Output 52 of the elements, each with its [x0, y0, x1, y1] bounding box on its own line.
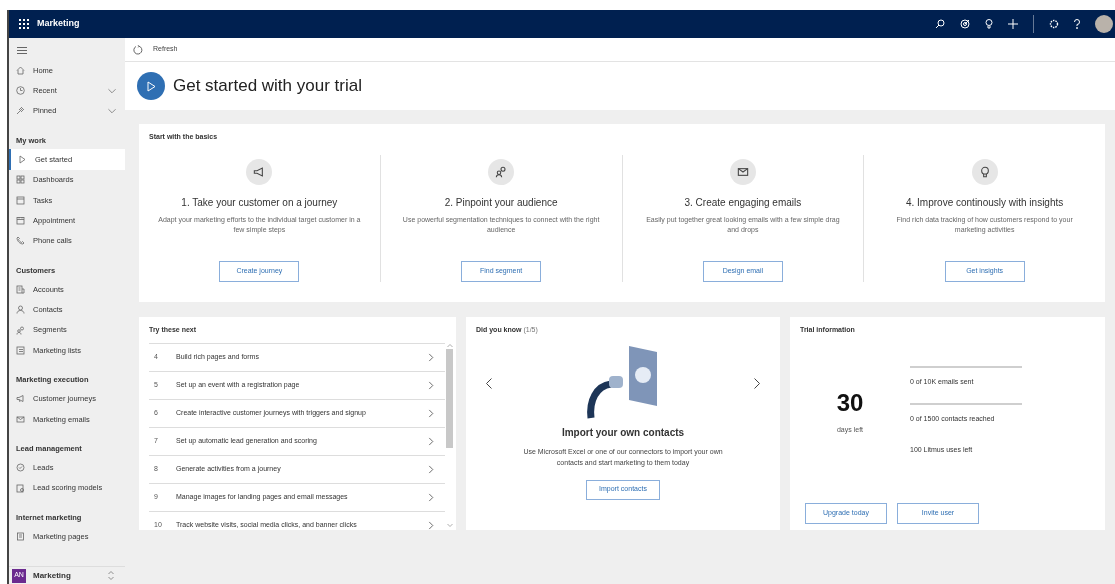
scrollbar[interactable] [445, 342, 454, 528]
envelope-icon [729, 158, 756, 185]
search-icon[interactable] [935, 19, 945, 29]
play-icon [18, 154, 27, 164]
leads-icon [16, 463, 25, 473]
help-icon[interactable] [1074, 19, 1080, 29]
calendar-icon [16, 216, 25, 226]
refresh-icon [133, 44, 143, 55]
lightbulb-icon[interactable] [985, 19, 993, 29]
chevron-right-icon [427, 380, 435, 390]
plus-icon[interactable] [1008, 19, 1018, 29]
next-chevron-icon[interactable] [754, 377, 760, 389]
step-title: 4. Improve continously with insights [905, 195, 1064, 210]
up-down-chevron-icon [108, 571, 114, 580]
target-icon[interactable] [960, 19, 970, 29]
chevron-right-icon [427, 436, 435, 446]
step-title: 1. Take your customer on a journey [181, 195, 338, 210]
days-count: 30 [836, 390, 864, 415]
task-icon [16, 195, 25, 205]
app-launcher-icon[interactable] [19, 19, 29, 29]
chevron-right-icon [427, 464, 435, 474]
list-icon [16, 346, 25, 355]
home-icon [16, 65, 25, 75]
settings-icon[interactable] [1049, 19, 1059, 29]
scroll-thumb[interactable] [446, 348, 453, 448]
app-title: Marketing [37, 17, 80, 31]
chevron-right-icon [427, 408, 435, 418]
page-title: Get started with your trial [173, 75, 362, 98]
tip-heading: Import your own contacts [561, 425, 685, 440]
avatar[interactable] [1095, 15, 1113, 33]
previous-chevron-icon[interactable] [486, 377, 492, 389]
chevron-right-icon [427, 492, 435, 502]
scoring-icon [16, 483, 25, 493]
menu-icon[interactable] [17, 47, 27, 54]
chevron-right-icon [427, 352, 435, 362]
person-icon [16, 305, 25, 315]
lightbulb-icon [971, 158, 998, 185]
chevron-right-icon [427, 520, 435, 530]
step-title: 3. Create engaging emails [684, 195, 802, 210]
page-icon [16, 531, 25, 541]
clock-icon [16, 86, 25, 96]
people-icon [16, 325, 25, 335]
accounts-icon [16, 284, 25, 294]
area-label: Marketing [33, 569, 71, 582]
people-icon [488, 158, 515, 185]
email-icon [16, 414, 25, 424]
step-title: 2. Pinpoint your audience [444, 195, 558, 210]
pin-icon [16, 106, 25, 116]
phone-icon [16, 236, 25, 246]
dashboard-icon [16, 175, 25, 185]
megaphone-icon [16, 394, 25, 404]
megaphone-icon [246, 158, 273, 185]
